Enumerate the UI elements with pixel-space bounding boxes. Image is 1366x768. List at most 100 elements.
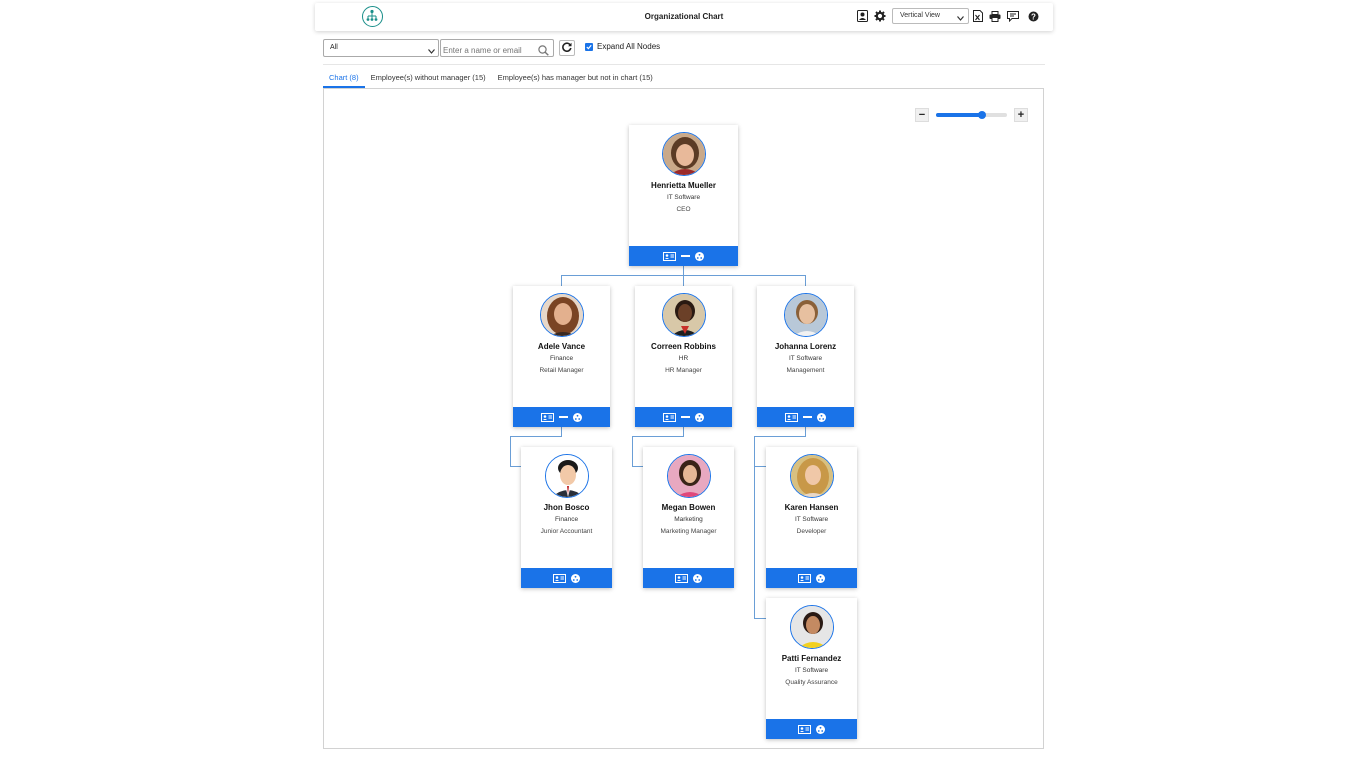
org-hierarchy-icon[interactable] bbox=[573, 412, 582, 422]
connector-line bbox=[754, 436, 806, 437]
filter-value: All bbox=[330, 44, 338, 51]
employee-avatar bbox=[544, 454, 589, 498]
tab-chart[interactable]: Chart (8) bbox=[323, 70, 365, 88]
expand-all-label: Expand All Nodes bbox=[597, 42, 661, 51]
excel-export-icon[interactable] bbox=[972, 10, 984, 22]
org-hierarchy-icon[interactable] bbox=[693, 573, 702, 583]
feedback-icon[interactable] bbox=[1007, 10, 1019, 22]
id-card-icon[interactable] bbox=[675, 573, 688, 583]
employee-department: IT Software bbox=[794, 516, 829, 523]
card-footer bbox=[521, 568, 612, 588]
help-icon[interactable]: ? bbox=[1027, 10, 1039, 22]
employee-card[interactable]: Megan Bowen Marketing Marketing Manager bbox=[643, 447, 734, 588]
employee-name: Jhon Bosco bbox=[543, 503, 590, 512]
employee-avatar bbox=[789, 605, 834, 649]
org-hierarchy-icon[interactable] bbox=[695, 251, 704, 261]
connector-line bbox=[683, 275, 684, 286]
svg-text:?: ? bbox=[1031, 12, 1036, 21]
employee-name: Megan Bowen bbox=[661, 503, 716, 512]
employee-avatar bbox=[783, 293, 828, 337]
id-card-icon[interactable] bbox=[785, 412, 798, 422]
card-footer bbox=[629, 246, 738, 266]
employee-card[interactable]: Johanna Lorenz IT Software Management bbox=[757, 286, 854, 427]
org-hierarchy-icon[interactable] bbox=[816, 573, 825, 583]
refresh-button[interactable] bbox=[559, 40, 575, 56]
connector-line bbox=[510, 436, 511, 466]
employee-card[interactable]: Patti Fernandez IT Software Quality Assu… bbox=[766, 598, 857, 739]
employee-department: IT Software bbox=[794, 667, 829, 674]
employee-department: IT Software bbox=[666, 194, 701, 201]
employee-department: Finance bbox=[549, 355, 574, 362]
view-mode-select[interactable]: Vertical View bbox=[892, 8, 969, 24]
toolbar-divider bbox=[323, 64, 1045, 65]
org-hierarchy-icon[interactable] bbox=[571, 573, 580, 583]
employee-avatar bbox=[789, 454, 834, 498]
app-header: Organizational Chart Vertical View ? bbox=[315, 3, 1053, 31]
employee-name: Patti Fernandez bbox=[781, 654, 842, 663]
id-card-icon[interactable] bbox=[663, 412, 676, 422]
tab-manager-not-in-chart[interactable]: Employee(s) has manager but not in chart… bbox=[492, 70, 659, 88]
employee-title: Quality Assurance bbox=[785, 679, 838, 686]
employee-name: Henrietta Mueller bbox=[651, 181, 716, 190]
id-card-icon[interactable] bbox=[553, 573, 566, 583]
collapse-toggle[interactable] bbox=[559, 416, 568, 418]
card-footer bbox=[766, 568, 857, 588]
connector-line bbox=[510, 436, 562, 437]
employee-card[interactable]: Henrietta Mueller IT Software CEO bbox=[629, 125, 738, 266]
org-hierarchy-icon[interactable] bbox=[816, 724, 825, 734]
employee-name: Karen Hansen bbox=[784, 503, 839, 512]
employee-card[interactable]: Correen Robbins HR HR Manager bbox=[635, 286, 732, 427]
employee-title: HR Manager bbox=[665, 367, 702, 374]
org-hierarchy-icon[interactable] bbox=[817, 412, 826, 422]
contact-card-icon[interactable] bbox=[856, 10, 868, 22]
employee-card[interactable]: Jhon Bosco Finance Junior Accountant bbox=[521, 447, 612, 588]
employee-title: Management bbox=[786, 367, 825, 374]
view-mode-value: Vertical View bbox=[900, 12, 940, 19]
connector-line bbox=[754, 436, 755, 618]
card-footer bbox=[513, 407, 610, 427]
chevron-down-icon bbox=[428, 45, 435, 61]
employee-department: Marketing bbox=[674, 516, 703, 523]
zoom-slider-fill bbox=[936, 113, 983, 117]
id-card-icon[interactable] bbox=[798, 724, 811, 734]
id-card-icon[interactable] bbox=[798, 573, 811, 583]
employee-avatar bbox=[666, 454, 711, 498]
search-icon[interactable] bbox=[538, 43, 549, 61]
refresh-icon bbox=[562, 39, 572, 57]
employee-title: Marketing Manager bbox=[660, 528, 717, 535]
zoom-out-button[interactable]: − bbox=[915, 108, 929, 122]
zoom-in-button[interactable]: + bbox=[1014, 108, 1028, 122]
employee-card[interactable]: Adele Vance Finance Retail Manager bbox=[513, 286, 610, 427]
employee-card[interactable]: Karen Hansen IT Software Developer bbox=[766, 447, 857, 588]
id-card-icon[interactable] bbox=[541, 412, 554, 422]
employee-name: Adele Vance bbox=[537, 342, 586, 351]
card-footer bbox=[757, 407, 854, 427]
id-card-icon[interactable] bbox=[663, 251, 676, 261]
expand-all-checkbox[interactable] bbox=[585, 42, 593, 51]
employee-title: Developer bbox=[796, 528, 827, 535]
connector-line bbox=[510, 466, 521, 467]
org-hierarchy-icon[interactable] bbox=[695, 412, 704, 422]
connector-line bbox=[561, 275, 562, 286]
connector-line bbox=[805, 275, 806, 286]
collapse-toggle[interactable] bbox=[681, 416, 690, 418]
connector-line bbox=[754, 466, 766, 467]
employee-avatar bbox=[661, 132, 706, 176]
collapse-toggle[interactable] bbox=[681, 255, 690, 257]
view-tabs: Chart (8) Employee(s) without manager (1… bbox=[323, 70, 659, 88]
department-filter-select[interactable]: All bbox=[323, 39, 439, 57]
card-footer bbox=[643, 568, 734, 588]
zoom-slider[interactable] bbox=[936, 111, 1007, 119]
connector-line bbox=[632, 466, 643, 467]
print-icon[interactable] bbox=[989, 10, 1001, 22]
expand-all-toggle[interactable]: Expand All Nodes bbox=[585, 42, 660, 51]
employee-avatar bbox=[661, 293, 706, 337]
tab-without-manager[interactable]: Employee(s) without manager (15) bbox=[365, 70, 492, 88]
employee-name: Correen Robbins bbox=[651, 342, 716, 351]
employee-department: Finance bbox=[554, 516, 579, 523]
settings-gear-icon[interactable] bbox=[874, 10, 886, 22]
employee-avatar bbox=[539, 293, 584, 337]
chevron-down-icon bbox=[957, 13, 964, 27]
search-input[interactable] bbox=[441, 42, 535, 59]
collapse-toggle[interactable] bbox=[803, 416, 812, 418]
